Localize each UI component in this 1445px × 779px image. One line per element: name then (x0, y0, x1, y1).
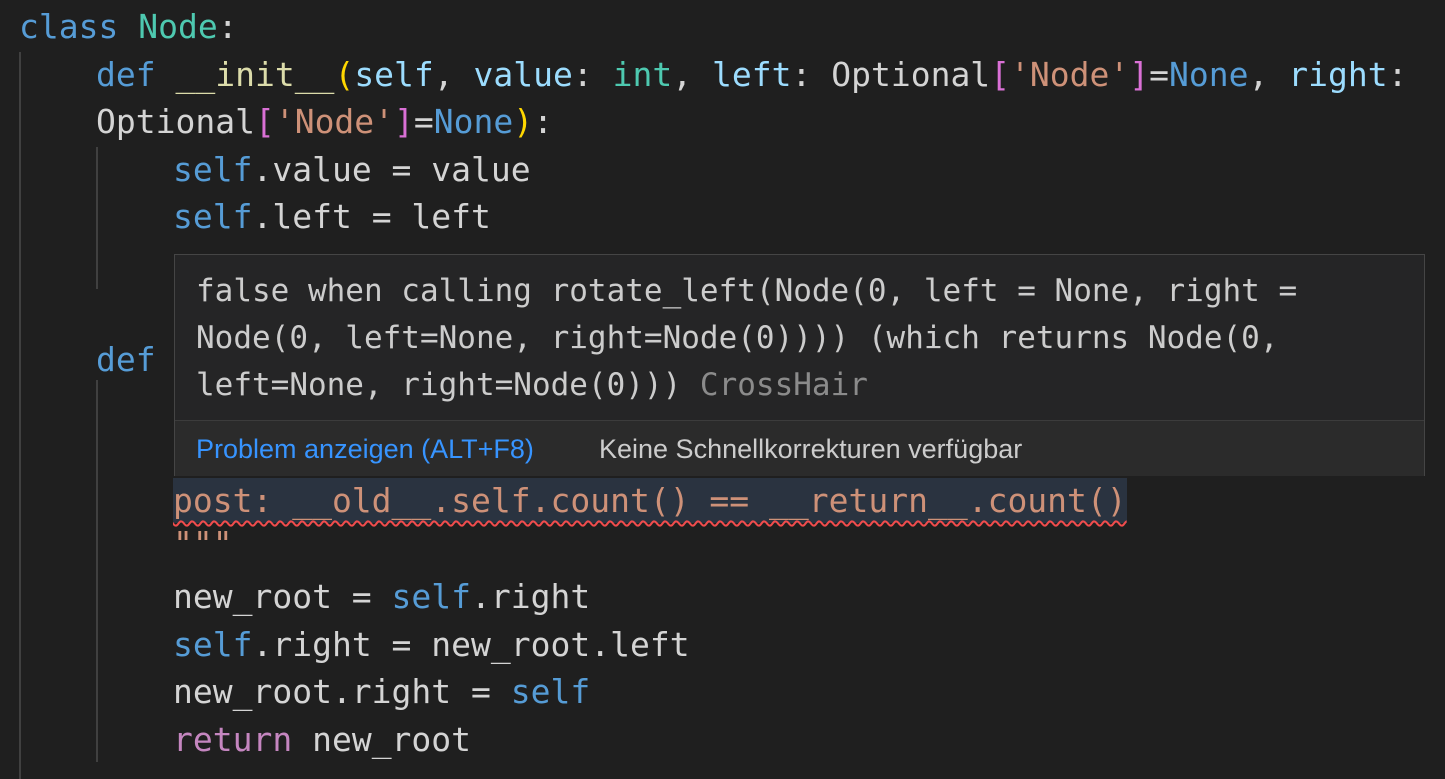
code-line-postcondition[interactable]: post: __old__.self.count() == __return__… (173, 478, 1127, 523)
code-line-10[interactable]: self.right = new_root.left (173, 621, 690, 668)
keyword-def: def (96, 55, 156, 94)
type-optional: Optional (831, 55, 991, 94)
keyword-none: None (1169, 55, 1249, 94)
code-line-1[interactable]: class Node: (19, 3, 238, 50)
type-optional: Optional (96, 102, 255, 141)
keyword-def: def (96, 340, 156, 379)
statement: new_root = (173, 577, 392, 616)
code-line-5[interactable]: self.left = left (173, 193, 491, 240)
punctuation: , (433, 55, 474, 94)
keyword-self: self (173, 197, 253, 236)
keyword-class: class (19, 7, 119, 46)
code-editor[interactable]: class Node: def __init__(self, value: in… (0, 0, 1445, 779)
bracket: ] (1129, 55, 1150, 94)
statement: .left = left (252, 197, 491, 236)
bracket: ) (513, 102, 534, 141)
code-line-3[interactable]: Optional['Node']=None): (96, 98, 553, 145)
operator: = (413, 102, 434, 141)
punctuation: : (791, 55, 832, 94)
statement: .right (471, 577, 591, 616)
bracket: ( (334, 55, 355, 94)
param-self: self (354, 55, 434, 94)
diagnostic-message-line: false when calling rotate_left(Node(0, l… (196, 273, 1298, 309)
param-value: value (473, 55, 573, 94)
view-problem-link[interactable]: Problem anzeigen (ALT+F8) (196, 421, 534, 477)
string-literal: 'Node' (274, 102, 395, 141)
statement: .right = new_root.left (252, 625, 690, 664)
diagnostic-message-line: left=None, right=Node(0))) (196, 367, 700, 403)
punctuation: : (1387, 55, 1408, 94)
keyword-self: self (173, 150, 253, 189)
code-line-9[interactable]: new_root = self.right (173, 573, 590, 620)
postcondition-docstring: post: __old__.self.count() == __return__… (173, 481, 1127, 520)
diagnostic-message: false when calling rotate_left(Node(0, l… (196, 268, 1396, 409)
code-line-11[interactable]: new_root.right = self (173, 668, 590, 715)
code-line-12[interactable]: return new_root (173, 716, 471, 763)
param-right: right (1288, 55, 1388, 94)
function-name: __init__ (175, 55, 335, 94)
keyword-self: self (510, 672, 591, 711)
punctuation: : (533, 102, 554, 141)
diagnostic-source: CrossHair (699, 367, 868, 403)
keyword-self: self (173, 625, 253, 664)
bracket: [ (990, 55, 1011, 94)
type-int: int (612, 55, 673, 94)
keyword-return: return (173, 720, 293, 759)
indent-guide-method (96, 380, 98, 762)
statement: new_root (292, 720, 472, 759)
keyword-none: None (433, 102, 514, 141)
docstring-quotes: """ (173, 524, 233, 563)
statement: new_root.right = (173, 672, 511, 711)
hover-status-bar: Problem anzeigen (ALT+F8) Keine Schnellk… (175, 420, 1424, 476)
indent-guide-init (96, 147, 98, 289)
param-left: left (712, 55, 792, 94)
operator: = (1149, 55, 1170, 94)
code-line-def[interactable]: def (96, 336, 156, 383)
keyword-self: self (391, 577, 472, 616)
indent-guide-class (19, 52, 21, 779)
punctuation: : (572, 55, 613, 94)
diagnostic-message-line: Node(0, left=None, right=Node(0)))) (whi… (196, 320, 1279, 356)
punctuation: , (672, 55, 712, 94)
bracket: ] (394, 102, 414, 141)
statement: .value = value (252, 150, 531, 189)
code-line-docstring-end[interactable]: """ (173, 520, 233, 567)
punctuation: , (1248, 55, 1289, 94)
code-line-4[interactable]: self.value = value (173, 146, 531, 193)
string-literal: 'Node' (1010, 55, 1130, 94)
code-line-2[interactable]: def __init__(self, value: int, left: Opt… (96, 51, 1407, 98)
class-name: Node (138, 7, 218, 46)
punctuation: : (217, 7, 238, 46)
bracket: [ (254, 102, 275, 141)
no-quick-fixes-label: Keine Schnellkorrekturen verfügbar (599, 434, 1023, 464)
diagnostic-hover-widget: false when calling rotate_left(Node(0, l… (174, 254, 1425, 476)
